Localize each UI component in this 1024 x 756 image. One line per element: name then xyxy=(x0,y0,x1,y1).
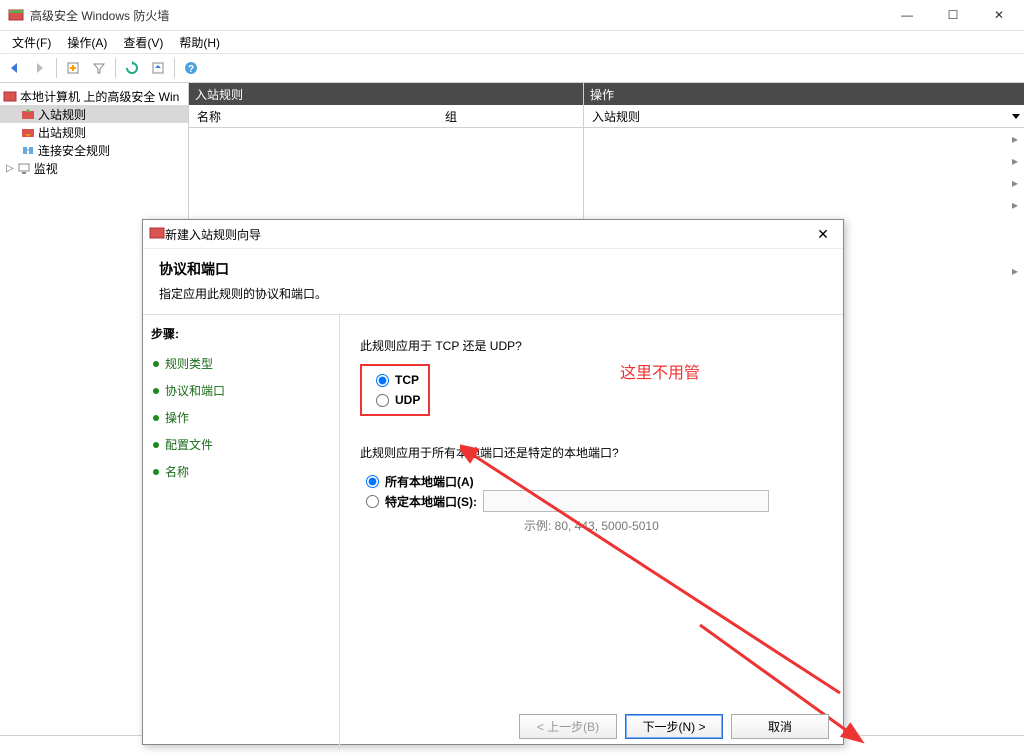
question-ports: 此规则应用于所有本地端口还是特定的本地端口? xyxy=(360,444,823,461)
radio-specific-ports[interactable] xyxy=(366,495,379,508)
radio-all-ports[interactable] xyxy=(366,475,379,488)
menu-bar: 文件(F) 操作(A) 查看(V) 帮助(H) xyxy=(0,31,1024,53)
filter-button[interactable] xyxy=(87,56,111,80)
help-button[interactable]: ? xyxy=(179,56,203,80)
rules-header: 入站规则 xyxy=(189,83,583,105)
forward-button[interactable] xyxy=(28,56,52,80)
action-item[interactable]: ▸ xyxy=(584,128,1024,150)
dialog-heading: 协议和端口 xyxy=(159,259,827,279)
maximize-button[interactable]: ☐ xyxy=(930,0,976,30)
inbound-icon xyxy=(20,106,36,122)
col-name[interactable]: 名称 xyxy=(189,108,437,125)
toolbar-separator xyxy=(56,58,57,78)
menu-view[interactable]: 查看(V) xyxy=(115,32,171,53)
radio-udp[interactable] xyxy=(376,394,389,407)
actions-header: 操作 xyxy=(584,83,1024,105)
refresh-button[interactable] xyxy=(120,56,144,80)
annotation-text: 这里不用管 xyxy=(620,359,700,383)
tree-root[interactable]: 本地计算机 上的高级安全 Win xyxy=(0,87,188,105)
new-button[interactable] xyxy=(61,56,85,80)
step-rule-type[interactable]: 规则类型 xyxy=(151,350,331,377)
dialog-close-button[interactable]: ✕ xyxy=(803,220,843,248)
ports-example: 示例: 80, 443, 5000-5010 xyxy=(524,517,823,534)
collapse-icon[interactable] xyxy=(1012,114,1020,119)
window-titlebar: 高级安全 Windows 防火墙 — ☐ ✕ xyxy=(0,0,1024,31)
tree-inbound[interactable]: 入站规则 xyxy=(0,105,188,123)
dialog-subheading: 指定应用此规则的协议和端口。 xyxy=(159,285,827,302)
specific-ports-input xyxy=(483,490,769,512)
dialog-title: 新建入站规则向导 xyxy=(165,226,803,243)
toolbar-separator xyxy=(115,58,116,78)
radio-udp-row[interactable]: UDP xyxy=(376,390,420,410)
step-proto-port[interactable]: 协议和端口 xyxy=(151,377,331,404)
export-button[interactable] xyxy=(146,56,170,80)
toolbar-separator xyxy=(174,58,175,78)
steps-label: 步骤: xyxy=(151,325,331,342)
step-name[interactable]: 名称 xyxy=(151,458,331,485)
wizard-content: 此规则应用于 TCP 还是 UDP? TCP UDP 这里不用管 此规则应用于所… xyxy=(340,315,843,751)
cancel-button[interactable]: 取消 xyxy=(731,714,829,739)
menu-action[interactable]: 操作(A) xyxy=(59,32,115,53)
dialog-footer: < 上一步(B) 下一步(N) > 取消 xyxy=(519,714,829,739)
action-item[interactable]: ▸ xyxy=(584,172,1024,194)
monitor-icon xyxy=(16,160,32,176)
step-operation[interactable]: 操作 xyxy=(151,404,331,431)
annotation-box: TCP UDP xyxy=(360,364,430,416)
radio-all-ports-row[interactable]: 所有本地端口(A) xyxy=(366,471,823,491)
tree-connsec-label: 连接安全规则 xyxy=(38,142,110,159)
wizard-dialog: 新建入站规则向导 ✕ 协议和端口 指定应用此规则的协议和端口。 步骤: 规则类型… xyxy=(142,219,844,745)
action-item[interactable]: ▸ xyxy=(584,150,1024,172)
dialog-header: 协议和端口 指定应用此规则的协议和端口。 xyxy=(143,249,843,315)
next-button[interactable]: 下一步(N) > xyxy=(625,714,723,739)
tree-inbound-label: 入站规则 xyxy=(38,106,86,123)
connsec-icon xyxy=(20,142,36,158)
action-item[interactable]: ▸ xyxy=(584,194,1024,216)
actions-subheader: 入站规则 xyxy=(584,105,1024,128)
minimize-button[interactable]: — xyxy=(884,0,930,30)
close-button[interactable]: ✕ xyxy=(976,0,1022,30)
dialog-titlebar: 新建入站规则向导 ✕ xyxy=(143,220,843,249)
app-icon xyxy=(8,7,24,23)
wizard-steps: 步骤: 规则类型 协议和端口 操作 配置文件 名称 xyxy=(143,315,340,751)
dialog-icon xyxy=(149,225,165,244)
radio-tcp-row[interactable]: TCP xyxy=(376,370,420,390)
step-profile[interactable]: 配置文件 xyxy=(151,431,331,458)
tree-monitor[interactable]: ▷ 监视 xyxy=(0,159,188,177)
tree-outbound-label: 出站规则 xyxy=(38,124,86,141)
tree-monitor-label: 监视 xyxy=(34,160,58,177)
expand-icon[interactable]: ▷ xyxy=(6,163,14,174)
toolbar: ? xyxy=(0,53,1024,83)
outbound-icon xyxy=(20,124,36,140)
column-headers: 名称 组 xyxy=(189,105,583,128)
back-button[interactable] xyxy=(2,56,26,80)
tree-connsec[interactable]: 连接安全规则 xyxy=(0,141,188,159)
window-title: 高级安全 Windows 防火墙 xyxy=(30,7,884,24)
col-group[interactable]: 组 xyxy=(437,108,457,125)
radio-specific-ports-row[interactable]: 特定本地端口(S): xyxy=(366,491,823,511)
back-button[interactable]: < 上一步(B) xyxy=(519,714,617,739)
tree-outbound[interactable]: 出站规则 xyxy=(0,123,188,141)
radio-tcp[interactable] xyxy=(376,374,389,387)
tree-root-label: 本地计算机 上的高级安全 Win xyxy=(20,88,179,105)
menu-file[interactable]: 文件(F) xyxy=(4,32,59,53)
firewall-icon xyxy=(2,88,18,104)
menu-help[interactable]: 帮助(H) xyxy=(171,32,228,53)
question-protocol: 此规则应用于 TCP 还是 UDP? xyxy=(360,337,823,354)
svg-text:?: ? xyxy=(188,64,194,75)
